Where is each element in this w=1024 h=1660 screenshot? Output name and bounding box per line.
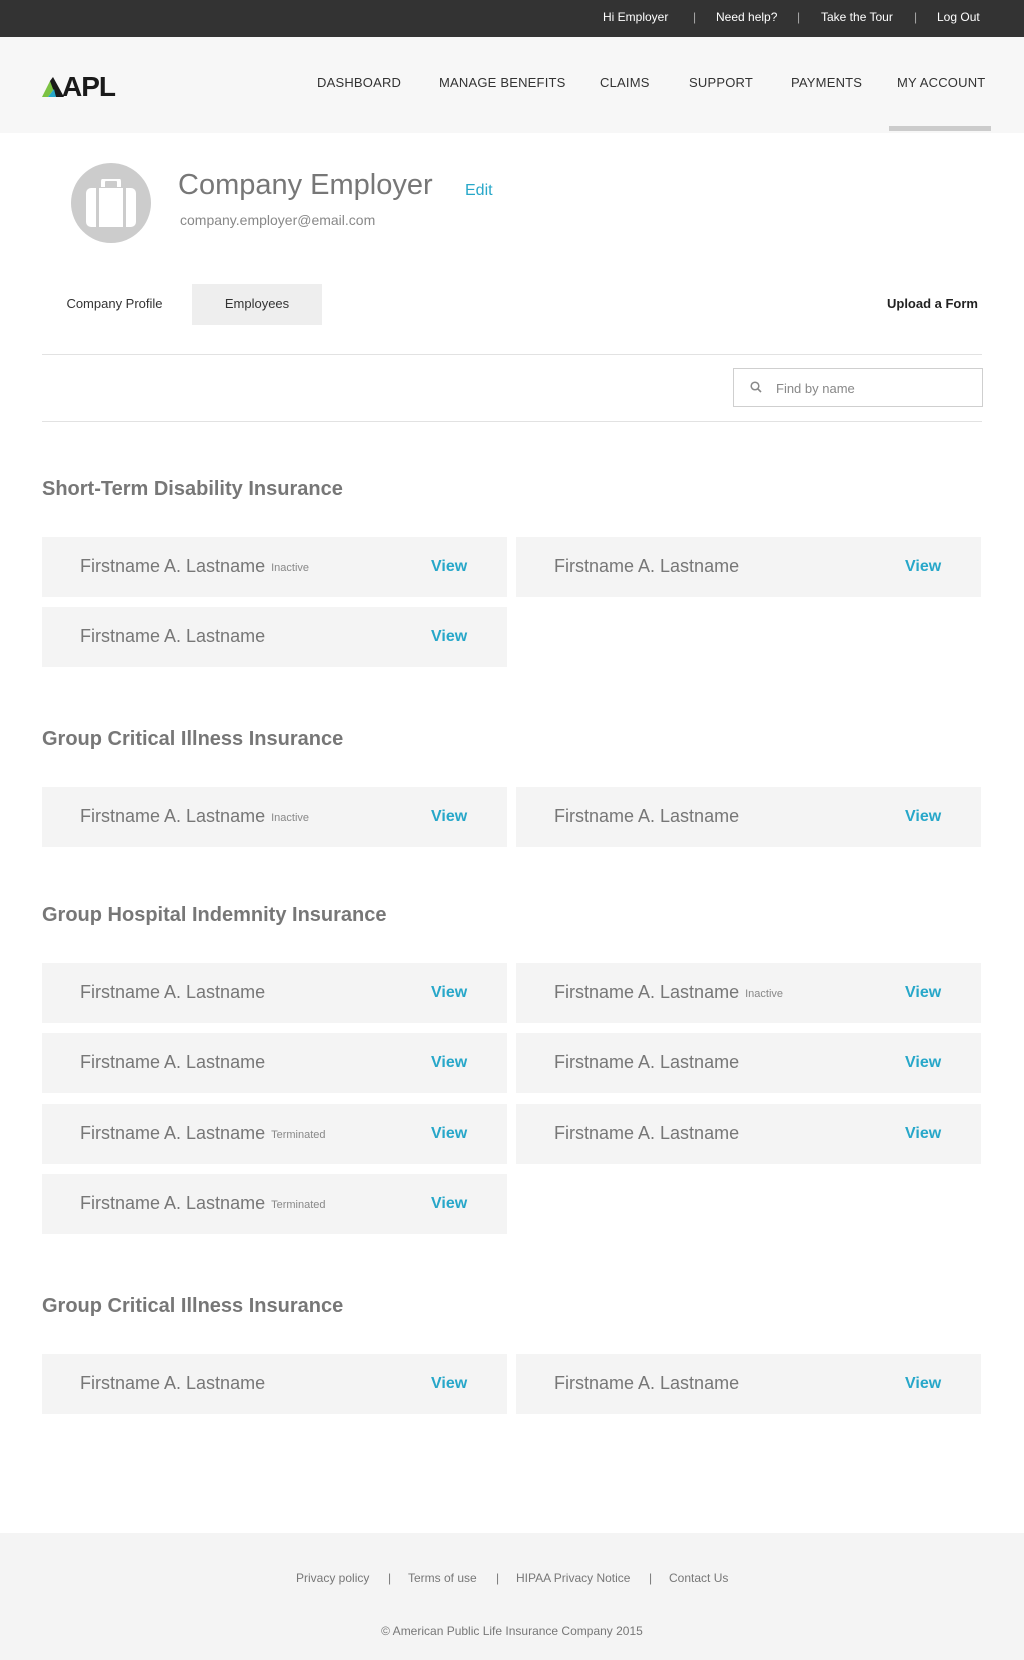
employee-card: Firstname A. Lastname Terminated View	[42, 1104, 507, 1164]
copyright-text: © American Public Life Insurance Company…	[381, 1624, 643, 1638]
employee-card: Firstname A. Lastname View	[516, 787, 981, 847]
employee-card: Firstname A. Lastname Inactive View	[42, 787, 507, 847]
employee-card: Firstname A. Lastname View	[516, 1033, 981, 1093]
view-employee-button[interactable]: View	[905, 787, 941, 847]
view-employee-button[interactable]: View	[905, 1104, 941, 1164]
footer-link-hipaa-privacy-notice[interactable]: HIPAA Privacy Notice	[516, 1571, 630, 1585]
log-out-link[interactable]: Log Out	[937, 0, 980, 37]
search-icon	[750, 381, 762, 393]
company-email: company.employer@email.com	[180, 212, 376, 228]
footer-link-terms-of-use[interactable]: Terms of use	[408, 1571, 477, 1585]
employee-card: Firstname A. Lastname View	[42, 963, 507, 1023]
nav-dashboard[interactable]: DASHBOARD	[317, 37, 401, 133]
need-help-link[interactable]: Need help?	[716, 0, 777, 37]
utility-separator: |	[693, 10, 697, 24]
search-box[interactable]	[733, 368, 983, 407]
employee-card: Firstname A. Lastname View	[42, 1354, 507, 1414]
divider	[42, 354, 982, 355]
employee-name: Firstname A. Lastname	[80, 1373, 266, 1393]
nav-support[interactable]: SUPPORT	[689, 37, 753, 133]
employee-name: Firstname A. Lastname Terminated	[80, 1193, 326, 1213]
section-title: Short-Term Disability Insurance	[42, 478, 343, 500]
view-employee-button[interactable]: View	[431, 963, 467, 1023]
view-employee-button[interactable]: View	[431, 1104, 467, 1164]
employee-status: Terminated	[271, 1199, 326, 1211]
view-employee-button[interactable]: View	[431, 787, 467, 847]
site-footer: Privacy policy | Terms of use | HIPAA Pr…	[0, 1533, 1024, 1660]
view-employee-button[interactable]: View	[431, 1354, 467, 1414]
tab-company-profile[interactable]: Company Profile	[42, 284, 187, 325]
search-input[interactable]	[776, 377, 966, 399]
section-title: Group Critical Illness Insurance	[42, 1295, 344, 1317]
main-header: APL DASHBOARD MANAGE BENEFITS CLAIMS SUP…	[0, 37, 1024, 133]
tab-employees[interactable]: Employees	[192, 284, 322, 325]
employee-name: Firstname A. Lastname Inactive	[554, 982, 784, 1002]
section-title: Group Hospital Indemnity Insurance	[42, 904, 387, 926]
view-employee-button[interactable]: View	[905, 963, 941, 1023]
employee-name: Firstname A. Lastname	[80, 982, 266, 1002]
utility-separator: |	[797, 10, 801, 24]
upload-form-link[interactable]: Upload a Form	[887, 284, 978, 325]
nav-payments[interactable]: PAYMENTS	[791, 37, 862, 133]
employee-name: Firstname A. Lastname	[80, 1052, 266, 1072]
employee-name: Firstname A. Lastname	[554, 556, 740, 576]
take-tour-link[interactable]: Take the Tour	[821, 0, 893, 37]
employee-card: Firstname A. Lastname Inactive View	[516, 963, 981, 1023]
active-nav-indicator	[889, 126, 991, 131]
employee-card: Firstname A. Lastname View	[516, 1354, 981, 1414]
employee-name: Firstname A. Lastname Terminated	[80, 1123, 326, 1143]
employee-name: Firstname A. Lastname	[554, 1123, 740, 1143]
employee-name: Firstname A. Lastname	[554, 1052, 740, 1072]
footer-link-contact-us[interactable]: Contact Us	[669, 1571, 728, 1585]
view-employee-button[interactable]: View	[431, 537, 467, 597]
view-employee-button[interactable]: View	[905, 1354, 941, 1414]
employee-name: Firstname A. Lastname Inactive	[80, 556, 310, 576]
divider	[42, 421, 982, 422]
employee-card: Firstname A. Lastname Inactive View	[42, 537, 507, 597]
apl-logo[interactable]: APL	[42, 71, 116, 102]
employee-card: Firstname A. Lastname Terminated View	[42, 1174, 507, 1234]
company-name: Company Employer	[178, 169, 433, 201]
view-employee-button[interactable]: View	[905, 1033, 941, 1093]
footer-separator: |	[388, 1571, 392, 1585]
footer-separator: |	[496, 1571, 500, 1585]
employee-status: Inactive	[745, 988, 784, 1000]
employee-name: Firstname A. Lastname	[554, 806, 740, 826]
employee-name: Firstname A. Lastname	[80, 626, 266, 646]
logo-text: APL	[62, 71, 116, 102]
briefcase-icon	[86, 179, 136, 227]
nav-manage-benefits[interactable]: MANAGE BENEFITS	[439, 37, 566, 133]
employee-status: Inactive	[271, 812, 310, 824]
logo-mark-icon	[42, 77, 64, 97]
employee-name: Firstname A. Lastname Inactive	[80, 806, 310, 826]
section-title: Group Critical Illness Insurance	[42, 728, 344, 750]
employee-status: Terminated	[271, 1129, 326, 1141]
employee-name: Firstname A. Lastname	[554, 1373, 740, 1393]
view-employee-button[interactable]: View	[905, 537, 941, 597]
utility-separator: |	[914, 10, 918, 24]
view-employee-button[interactable]: View	[431, 1174, 467, 1234]
footer-link-privacy-policy[interactable]: Privacy policy	[296, 1571, 369, 1585]
employee-card: Firstname A. Lastname View	[42, 607, 507, 667]
view-employee-button[interactable]: View	[431, 1033, 467, 1093]
nav-my-account[interactable]: MY ACCOUNT	[897, 37, 985, 133]
employee-card: Firstname A. Lastname View	[42, 1033, 507, 1093]
greeting-link[interactable]: Hi Employer	[603, 0, 668, 37]
employee-card: Firstname A. Lastname View	[516, 537, 981, 597]
nav-claims[interactable]: CLAIMS	[600, 37, 650, 133]
view-employee-button[interactable]: View	[431, 607, 467, 667]
edit-profile-link[interactable]: Edit	[465, 182, 493, 200]
utility-bar: Hi Employer | Need help? | Take the Tour…	[0, 0, 1024, 37]
footer-separator: |	[649, 1571, 653, 1585]
company-avatar	[71, 163, 151, 243]
employee-card: Firstname A. Lastname View	[516, 1104, 981, 1164]
employee-status: Inactive	[271, 562, 310, 574]
